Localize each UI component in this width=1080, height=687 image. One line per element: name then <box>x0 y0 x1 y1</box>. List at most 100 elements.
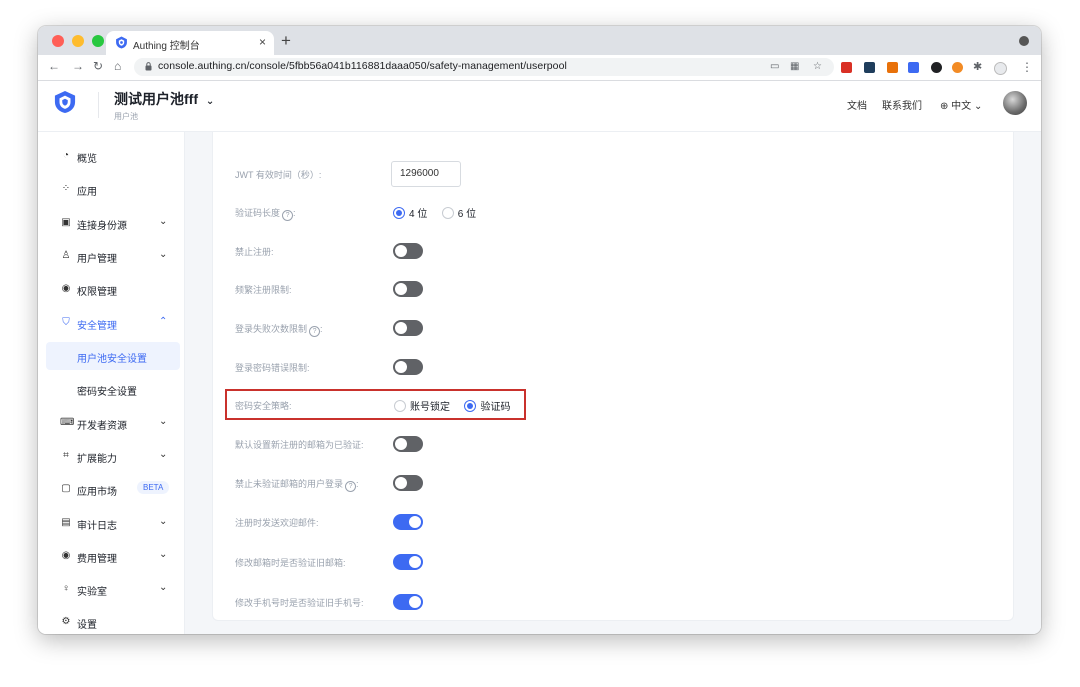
sidebar-item-audit[interactable]: ▤ 审计日志 ⌄ <box>38 509 184 537</box>
radio-selected-icon <box>393 207 405 219</box>
contact-link[interactable]: 联系我们 <box>882 97 922 112</box>
code-length-6-radio[interactable]: 6 位 <box>441 204 476 222</box>
setting-row-login-fail: 登录失败次数限制?: <box>213 314 993 342</box>
bookmark-star-icon[interactable]: ☆ <box>813 61 822 72</box>
setting-row-pwd-error: 登录密码错误限制: <box>213 353 993 381</box>
sidebar-item-lab[interactable]: ♀ 实验室 ⌄ <box>38 575 184 603</box>
authing-logo-icon[interactable] <box>54 90 76 114</box>
qr-code-icon[interactable]: ▦ <box>790 61 799 72</box>
extension-1-icon[interactable] <box>841 62 852 73</box>
disable-register-toggle[interactable] <box>393 243 423 259</box>
welcome-email-toggle[interactable] <box>393 514 423 530</box>
setting-label: 修改手机号时是否验证旧手机号: <box>235 598 364 608</box>
toggle-knob <box>395 361 407 373</box>
lock-icon <box>145 62 152 71</box>
help-icon[interactable]: ? <box>282 210 294 221</box>
minimize-window-button[interactable] <box>72 35 84 47</box>
id-card-icon: ▣ <box>61 217 71 228</box>
address-bar[interactable]: console.authing.cn/console/5fbb56a041b11… <box>134 58 834 76</box>
header-divider <box>98 92 99 118</box>
sidebar-item-label: 概览 <box>77 154 97 165</box>
chevron-up-icon: ⌃ <box>159 316 168 327</box>
reload-icon[interactable]: ↻ <box>93 59 103 73</box>
beta-badge: BETA <box>137 481 170 494</box>
globe-icon: ⊕ <box>940 101 949 112</box>
maximize-window-button[interactable] <box>92 35 104 47</box>
login-fail-limit-toggle[interactable] <box>393 320 423 336</box>
help-icon[interactable]: ? <box>345 481 357 492</box>
extension-3-icon[interactable] <box>887 62 898 73</box>
pool-name: 测试用户池fff <box>114 91 198 107</box>
email-verified-toggle[interactable] <box>393 436 423 452</box>
avatar[interactable] <box>1003 91 1027 115</box>
browser-menu-icon[interactable]: ⋮ <box>1021 60 1033 74</box>
tab-close-icon[interactable]: × <box>259 35 266 49</box>
home-icon[interactable]: ⌂ <box>114 59 121 73</box>
register-limit-toggle[interactable] <box>393 281 423 297</box>
sidebar-item-label: 费用管理 <box>77 554 117 565</box>
sidebar-item-permissions[interactable]: ◉ 权限管理 <box>38 275 184 303</box>
sidebar-item-settings[interactable]: ⚙ 设置 <box>38 608 184 634</box>
sidebar-item-password-security[interactable]: 密码安全设置 <box>46 375 180 403</box>
password-error-limit-toggle[interactable] <box>393 359 423 375</box>
sidebar-item-extensions[interactable]: ⌗ 扩展能力 ⌄ <box>38 442 184 470</box>
setting-row-jwt: JWT 有效时间（秒）: 1296000 <box>213 160 993 188</box>
extension-5-icon[interactable] <box>931 62 942 73</box>
extension-6-icon[interactable] <box>952 62 963 73</box>
cast-icon[interactable]: ▭ <box>770 61 779 72</box>
setting-label: 频繁注册限制: <box>235 285 292 295</box>
apps-grid-icon: ⁘ <box>61 183 71 194</box>
verify-old-email-toggle[interactable] <box>393 554 423 570</box>
profile-icon[interactable] <box>994 62 1007 75</box>
radio-label: 账号锁定 <box>410 402 450 413</box>
new-tab-button[interactable]: + <box>281 31 291 51</box>
account-lock-radio[interactable]: 账号锁定 <box>394 397 450 415</box>
toggle-knob <box>395 245 407 257</box>
setting-row-register-limit: 频繁注册限制: <box>213 275 993 303</box>
sidebar-item-identity-sources[interactable]: ▣ 连接身份源 ⌄ <box>38 209 184 237</box>
block-unverified-login-toggle[interactable] <box>393 475 423 491</box>
docs-link[interactable]: 文档 <box>847 97 867 112</box>
captcha-radio[interactable]: 验证码 <box>464 397 510 415</box>
log-icon: ▤ <box>61 517 71 528</box>
code-length-4-radio[interactable]: 4 位 <box>393 204 427 222</box>
extension-4-icon[interactable] <box>908 62 919 73</box>
setting-label: 修改邮箱时是否验证旧邮箱: <box>235 558 346 568</box>
close-window-button[interactable] <box>52 35 64 47</box>
setting-label: 禁止注册: <box>235 247 274 257</box>
sidebar: ◔ 概览 ⁘ 应用 ▣ 连接身份源 ⌄ ♙ 用户管理 ⌄ ◉ 权限管理 ⛉ 安全… <box>38 132 185 634</box>
shield-icon: ⛉ <box>62 317 70 328</box>
setting-row-code-length: 验证码长度?: 4 位 6 位 <box>213 198 993 226</box>
sidebar-item-users[interactable]: ♙ 用户管理 ⌄ <box>38 242 184 270</box>
setting-row-email-verified: 默认设置新注册的邮箱为已验证: <box>213 430 993 458</box>
sidebar-item-developer[interactable]: ⌨ 开发者资源 ⌄ <box>38 409 184 437</box>
chevron-down-icon: ⌄ <box>159 549 168 560</box>
sidebar-item-overview[interactable]: ◔ 概览 <box>38 142 184 170</box>
verify-old-phone-toggle[interactable] <box>393 594 423 610</box>
sidebar-item-label: 设置 <box>77 620 97 631</box>
sidebar-item-apps[interactable]: ⁘ 应用 <box>38 175 184 203</box>
tab-search-icon[interactable] <box>1019 36 1029 46</box>
back-arrow-icon[interactable]: ← <box>48 59 60 73</box>
toggle-knob <box>409 516 421 528</box>
radio-label: 4 位 <box>409 209 428 220</box>
url-text: console.authing.cn/console/5fbb56a041b11… <box>158 60 567 72</box>
user-icon: ♙ <box>61 250 71 261</box>
jwt-expiry-input[interactable]: 1296000 <box>391 161 461 187</box>
forward-arrow-icon[interactable]: → <box>72 59 84 73</box>
radio-unselected-icon <box>441 207 454 219</box>
setting-label: 禁止未验证邮箱的用户登录?: <box>235 479 359 492</box>
sidebar-item-security[interactable]: ⛉ 安全管理 ⌃ <box>38 309 184 337</box>
chevron-down-icon: ⌄ <box>973 101 983 112</box>
pool-switcher[interactable]: 测试用户池fff ⌄ <box>114 89 214 109</box>
language-switcher[interactable]: ⊕ 中文 ⌄ <box>940 97 982 112</box>
sidebar-item-billing[interactable]: ◉ 费用管理 ⌄ <box>38 542 184 570</box>
sidebar-item-marketplace[interactable]: ▢ 应用市场 BETA <box>38 475 184 503</box>
setting-row-verify-old-phone: 修改手机号时是否验证旧手机号: <box>213 588 993 616</box>
main-content: JWT 有效时间（秒）: 1296000 验证码长度?: 4 位 6 位 禁止注 <box>185 132 1041 634</box>
extension-2-icon[interactable] <box>864 62 875 73</box>
sidebar-item-userpool-security[interactable]: 用户池安全设置 <box>46 342 180 370</box>
help-icon[interactable]: ? <box>309 326 321 337</box>
extensions-puzzle-icon[interactable]: ✱ <box>973 60 982 73</box>
browser-tab[interactable]: Authing 控制台 × <box>106 31 274 55</box>
